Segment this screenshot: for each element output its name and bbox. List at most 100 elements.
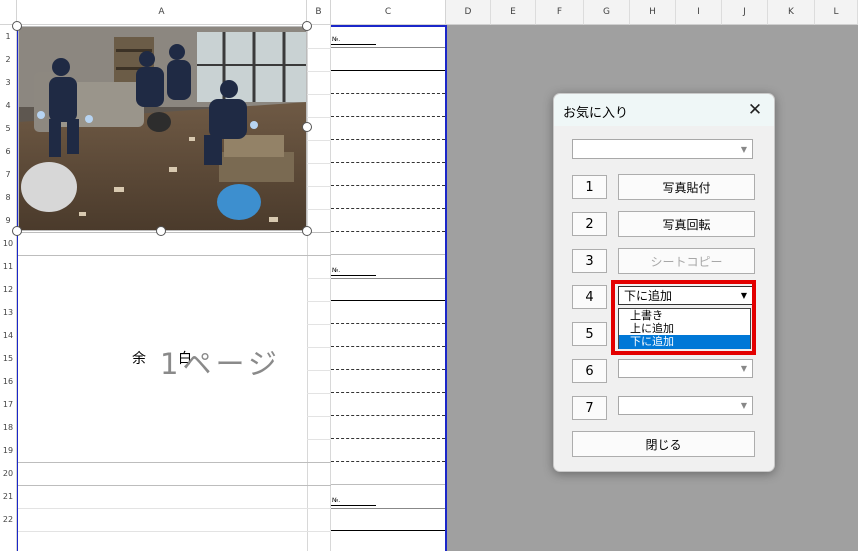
form-line bbox=[331, 508, 445, 509]
chevron-down-icon[interactable]: ▼ bbox=[736, 140, 752, 158]
form-dotted-line bbox=[331, 346, 445, 347]
column-header-b[interactable]: B bbox=[307, 0, 331, 25]
form-dotted-line bbox=[331, 116, 445, 117]
row-header-6[interactable]: 6 bbox=[0, 140, 17, 163]
number-button-5[interactable]: 5 bbox=[572, 322, 607, 346]
resize-handle-bottom-left[interactable] bbox=[12, 226, 22, 236]
column-header-f[interactable]: F bbox=[536, 0, 584, 25]
favorites-select[interactable]: ▼ bbox=[572, 139, 753, 159]
number-button-4[interactable]: 4 bbox=[572, 285, 607, 309]
form-dotted-line bbox=[331, 392, 445, 393]
print-area-top-border bbox=[331, 25, 446, 27]
gridline bbox=[307, 301, 331, 302]
form-dotted-line bbox=[331, 185, 445, 186]
inserted-photo[interactable] bbox=[18, 26, 307, 231]
dialog-title-bar[interactable]: お気に入り ✕ bbox=[554, 94, 774, 126]
chevron-down-icon[interactable]: ▼ bbox=[736, 397, 752, 414]
column-header-c[interactable]: C bbox=[331, 0, 446, 25]
row-header-15[interactable]: 15 bbox=[0, 347, 17, 370]
form-dotted-line bbox=[331, 369, 445, 370]
row-header-22[interactable]: 22 bbox=[0, 508, 17, 531]
rotate-photo-button[interactable]: 写真回転 bbox=[618, 211, 755, 237]
column-header-k[interactable]: K bbox=[768, 0, 815, 25]
chevron-down-icon[interactable]: ▼ bbox=[736, 360, 752, 377]
form-dotted-line bbox=[331, 415, 445, 416]
form-dotted-line bbox=[331, 162, 445, 163]
resize-handle-bottom-right[interactable] bbox=[302, 226, 312, 236]
option-select-6[interactable]: ▼ bbox=[618, 359, 753, 378]
form-line bbox=[331, 70, 445, 71]
blank-label-left: 余 bbox=[132, 351, 146, 367]
form-line bbox=[331, 530, 445, 531]
photo-illustration bbox=[19, 27, 306, 230]
form-no-label: №. bbox=[331, 497, 376, 506]
gridline bbox=[307, 393, 331, 394]
gridline bbox=[17, 508, 331, 509]
number-button-6[interactable]: 6 bbox=[572, 359, 607, 383]
close-icon[interactable]: ✕ bbox=[744, 99, 766, 121]
gridline bbox=[307, 370, 331, 371]
copy-sheet-button[interactable]: シートコピー bbox=[618, 248, 755, 274]
row-header-7[interactable]: 7 bbox=[0, 163, 17, 186]
number-button-2[interactable]: 2 bbox=[572, 212, 607, 236]
row-header-3[interactable]: 3 bbox=[0, 71, 17, 94]
form-line bbox=[331, 47, 445, 48]
row-header-17[interactable]: 17 bbox=[0, 393, 17, 416]
print-area-right-border bbox=[445, 25, 447, 551]
gridline bbox=[17, 531, 331, 532]
gridline bbox=[307, 278, 331, 279]
gridline bbox=[307, 416, 331, 417]
form-dotted-line bbox=[331, 93, 445, 94]
row-header-18[interactable]: 18 bbox=[0, 416, 17, 439]
dialog-title: お気に入り bbox=[563, 106, 629, 121]
form-line bbox=[331, 278, 445, 279]
number-button-7[interactable]: 7 bbox=[572, 396, 607, 420]
page-number-watermark: 1ページ bbox=[160, 347, 281, 381]
row-header-19[interactable]: 19 bbox=[0, 439, 17, 462]
close-button[interactable]: 閉じる bbox=[572, 431, 755, 457]
column-header-i[interactable]: I bbox=[676, 0, 722, 25]
row-header-20[interactable]: 20 bbox=[0, 462, 17, 485]
row-header-12[interactable]: 12 bbox=[0, 278, 17, 301]
gridline bbox=[17, 462, 331, 463]
row-header-5[interactable]: 5 bbox=[0, 117, 17, 140]
option-select-7[interactable]: ▼ bbox=[618, 396, 753, 415]
form-dotted-line bbox=[331, 231, 445, 232]
column-header-h[interactable]: H bbox=[630, 0, 676, 25]
row-header-8[interactable]: 8 bbox=[0, 186, 17, 209]
row-header-4[interactable]: 4 bbox=[0, 94, 17, 117]
column-header-d[interactable]: D bbox=[446, 0, 491, 25]
row-header-11[interactable]: 11 bbox=[0, 255, 17, 278]
form-line bbox=[331, 254, 445, 255]
column-header-l[interactable]: L bbox=[815, 0, 858, 25]
column-header-a[interactable]: A bbox=[17, 0, 307, 25]
gridline bbox=[307, 324, 331, 325]
row-header-14[interactable]: 14 bbox=[0, 324, 17, 347]
row-header-13[interactable]: 13 bbox=[0, 301, 17, 324]
form-dotted-line bbox=[331, 323, 445, 324]
number-button-3[interactable]: 3 bbox=[572, 249, 607, 273]
paste-photo-button[interactable]: 写真貼付 bbox=[618, 174, 755, 200]
column-header-g[interactable]: G bbox=[584, 0, 630, 25]
row-header-21[interactable]: 21 bbox=[0, 485, 17, 508]
form-line bbox=[331, 484, 445, 485]
gridline bbox=[17, 232, 331, 233]
gridline bbox=[17, 255, 331, 256]
gridline-ab bbox=[307, 25, 308, 551]
column-header-e[interactable]: E bbox=[491, 0, 536, 25]
form-no-label: №. bbox=[331, 36, 376, 45]
row-header-23-partial[interactable] bbox=[0, 531, 17, 551]
form-column-c bbox=[331, 25, 445, 551]
number-button-1[interactable]: 1 bbox=[572, 175, 607, 199]
resize-handle-right[interactable] bbox=[302, 122, 312, 132]
column-header-j[interactable]: J bbox=[722, 0, 768, 25]
gridline bbox=[307, 439, 331, 440]
resize-handle-top-right[interactable] bbox=[302, 21, 312, 31]
resize-handle-bottom[interactable] bbox=[156, 226, 166, 236]
gridline bbox=[307, 347, 331, 348]
form-no-label: №. bbox=[331, 267, 376, 276]
resize-handle-top-left[interactable] bbox=[12, 21, 22, 31]
row-header-2[interactable]: 2 bbox=[0, 48, 17, 71]
row-header-16[interactable]: 16 bbox=[0, 370, 17, 393]
highlight-box bbox=[611, 280, 756, 355]
